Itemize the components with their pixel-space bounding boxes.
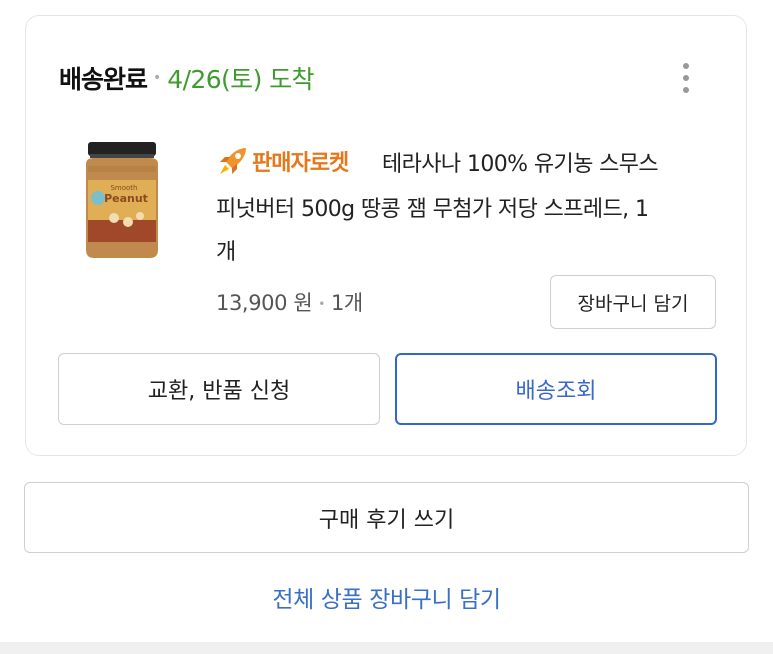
- product-price: 13,900 원: [216, 291, 313, 315]
- add-all-to-cart-link[interactable]: 전체 상품 장바구니 담기: [0, 580, 773, 614]
- seller-rocket-badge: 판매자로켓: [252, 151, 349, 176]
- product-image[interactable]: Smooth Peanut: [82, 142, 162, 260]
- delivery-status-row: 배송완료 • 4/26(토) 도착: [59, 61, 314, 95]
- product-name-line3[interactable]: 개: [216, 234, 236, 266]
- jar-label-top: Smooth: [110, 184, 137, 192]
- separator-dot: •: [153, 70, 162, 86]
- bottom-divider: [0, 642, 773, 654]
- exchange-return-button[interactable]: 교환, 반품 신청: [58, 353, 380, 425]
- product-name-line1[interactable]: 테라사나 100% 유기농 스무스: [382, 146, 659, 178]
- more-vertical-icon[interactable]: [671, 61, 701, 95]
- add-to-cart-button[interactable]: 장바구니 담기: [550, 275, 716, 329]
- separator-dot: •: [318, 297, 325, 311]
- jar-label-main: Peanut: [104, 192, 148, 205]
- track-delivery-button[interactable]: 배송조회: [395, 353, 717, 425]
- product-quantity: 1개: [330, 291, 363, 315]
- arrival-date: 4/26(토) 도착: [167, 65, 314, 94]
- rocket-icon: [220, 148, 246, 174]
- price-row: 13,900 원 • 1개: [216, 287, 363, 317]
- delivery-status-label: 배송완료: [59, 65, 148, 94]
- write-review-button[interactable]: 구매 후기 쓰기: [24, 482, 749, 553]
- order-card: 배송완료 • 4/26(토) 도착 Smooth Peanut 판매자로켓 테라…: [25, 15, 747, 456]
- product-name-line2[interactable]: 피넛버터 500g 땅콩 잼 무첨가 저당 스프레드, 1: [216, 191, 649, 223]
